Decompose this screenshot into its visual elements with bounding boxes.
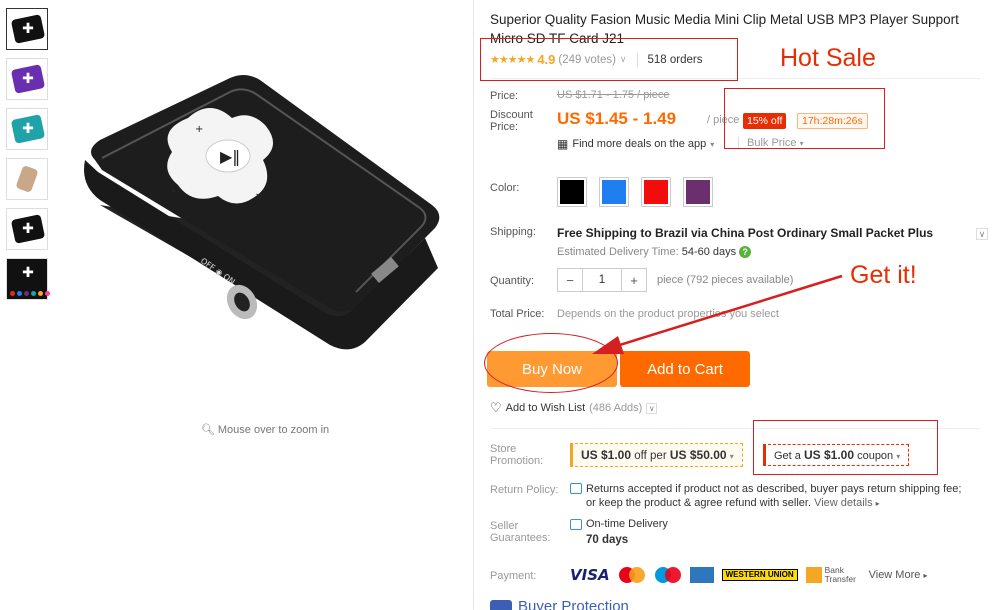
wishlist-label: Add to Wish List [505, 402, 586, 414]
guarantee-item: On-time Delivery [586, 518, 668, 530]
payment-label: Payment: [490, 570, 537, 582]
app-deals-link[interactable]: ▦ Find more deals on the app ▾ [557, 137, 714, 151]
store-promo-label-1: Store [490, 443, 517, 455]
mastercard-icon [618, 566, 646, 584]
shield-icon [490, 599, 512, 610]
qr-code-icon: ▦ [557, 137, 569, 151]
offer-threshold: US $50.00 [669, 448, 727, 462]
zoom-hint: 🔍︎ Mouse over to zoom in [60, 423, 470, 436]
quantity-label: Quantity: [490, 275, 535, 287]
wishlist-count: (486 Adds) [589, 402, 643, 414]
discount-label-1: Discount [490, 109, 533, 121]
quantity-minus-button[interactable]: − [558, 269, 582, 291]
heart-icon: ♡ [490, 400, 502, 415]
thumbnail-5[interactable]: ✚ [6, 208, 48, 250]
annotation-box-rating [480, 38, 738, 81]
mp3-player-image: ▶‖ + ✕ ▸| OFF ◉ ON [84, 74, 440, 350]
color-swatch-red[interactable] [641, 177, 671, 207]
chevron-down-icon[interactable]: ∨ [976, 228, 988, 240]
payment-methods: VISA WESTERN UNION Bank Transfer View Mo… [570, 565, 928, 585]
estimate-label: Estimated Delivery Time: [557, 246, 679, 258]
guar-label-1: Seller [490, 520, 519, 532]
thumbnail-1[interactable]: ✚ [6, 8, 48, 50]
thumbnail-2[interactable]: ✚ [6, 58, 48, 100]
svg-text:✕: ✕ [255, 192, 263, 203]
delivery-estimate: Estimated Delivery Time: 54-60 days? [557, 246, 752, 259]
store-discount-offer[interactable]: US $1.00 off per US $50.00 ▾ [570, 443, 743, 467]
shipping-method: Free Shipping to Brazil via China Post O… [557, 226, 934, 240]
discount-price: US $1.45 - 1.49 [557, 109, 677, 128]
annotation-oval-buy [484, 333, 618, 393]
thumb-cross: ✚ [22, 264, 34, 280]
shipping-label: Shipping: [490, 226, 536, 238]
return-policy-label: Return Policy: [490, 484, 559, 496]
thumbnail-3[interactable]: ✚ [6, 108, 48, 150]
annotation-box-discount [724, 88, 885, 149]
card-icon [570, 483, 582, 494]
color-dots [10, 291, 50, 296]
estimate-value: 54-60 days [681, 246, 737, 258]
svg-text:▶‖: ▶‖ [220, 147, 240, 166]
magnifier-icon: 🔍︎ [200, 424, 218, 436]
thumbnail-list: ✚ ✚ ✚ ✚ ✚ [6, 8, 50, 308]
discount-label: Discount Price: [490, 109, 533, 133]
guar-label-2: Guarantees: [490, 532, 551, 544]
color-swatch-black[interactable] [557, 177, 587, 207]
product-image[interactable]: ▶‖ + ✕ ▸| OFF ◉ ON [60, 0, 460, 420]
buyer-protection: Buyer Protection [490, 598, 629, 610]
buyer-protection-text: Buyer Protection [518, 598, 629, 610]
color-swatches [557, 177, 713, 207]
view-details-link[interactable]: View details [814, 497, 873, 509]
color-swatch-blue[interactable] [599, 177, 629, 207]
wishlist-link[interactable]: ♡ Add to Wish List (486 Adds) ∨ [490, 400, 658, 416]
annotation-hot-sale: Hot Sale [780, 44, 876, 72]
color-swatch-purple[interactable] [683, 177, 713, 207]
total-price-label: Total Price: [490, 308, 545, 320]
chevron-right-icon: ▸ [923, 571, 928, 580]
amex-icon [689, 567, 714, 583]
column-divider [473, 0, 474, 610]
seller-guarantees-label: Seller Guarantees: [490, 520, 551, 544]
annotation-box-coupon [753, 420, 938, 475]
view-more-text: View More [868, 569, 921, 581]
maestro-icon [654, 566, 682, 584]
zoom-hint-text: Mouse over to zoom in [217, 424, 330, 436]
annotation-get-it: Get it! [850, 261, 917, 289]
thumb-cross: ✚ [22, 70, 34, 86]
price-label: Price: [490, 90, 519, 102]
thumb-cross: ✚ [22, 220, 34, 236]
offer-amount: US $1.00 [581, 448, 632, 462]
bank-transfer-icon: Bank Transfer [805, 565, 861, 584]
truck-icon [570, 519, 582, 530]
thumb-cross: ✚ [22, 20, 34, 36]
chevron-down-icon: ▾ [710, 139, 715, 149]
bank-transfer-text: Bank Transfer [824, 565, 856, 584]
return-policy-text: Returns accepted if product not as descr… [586, 483, 962, 509]
thumbnail-4[interactable] [6, 158, 48, 200]
seller-guarantee: On-time Delivery 70 days [570, 518, 668, 546]
chevron-down-icon: ▾ [729, 452, 734, 461]
svg-text:+: + [195, 124, 203, 135]
color-label: Color: [490, 182, 520, 194]
return-policy: Returns accepted if product not as descr… [570, 482, 970, 511]
chevron-right-icon: ▸ [875, 499, 880, 508]
store-promotion-label: Store Promotion: [490, 443, 543, 467]
chevron-down-icon[interactable]: ∨ [646, 402, 658, 414]
view-more-link[interactable]: View More ▸ [869, 569, 928, 581]
thumb-cross: ✚ [22, 120, 34, 136]
thumb-image [15, 164, 39, 194]
help-icon[interactable]: ? [739, 246, 752, 259]
guarantee-days: 70 days [586, 534, 629, 546]
store-promo-label-2: Promotion: [490, 455, 544, 467]
visa-icon: VISA [570, 566, 610, 584]
thumbnail-6[interactable]: ✚ [6, 258, 50, 300]
svg-text:▸|: ▸| [172, 186, 180, 196]
offer-mid: off per [634, 450, 667, 462]
app-deals-text: Find more deals on the app [572, 138, 707, 150]
discount-label-2: Price: [490, 121, 519, 133]
annotation-arrow [592, 274, 843, 354]
western-union-icon: WESTERN UNION [721, 569, 798, 581]
original-price: US $1.71 - 1.75 / piece [557, 89, 670, 101]
